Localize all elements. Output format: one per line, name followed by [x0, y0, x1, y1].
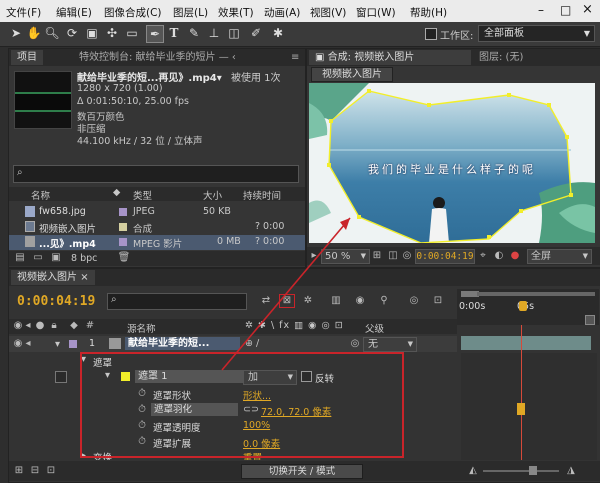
annotation-arrow — [221, 217, 351, 371]
